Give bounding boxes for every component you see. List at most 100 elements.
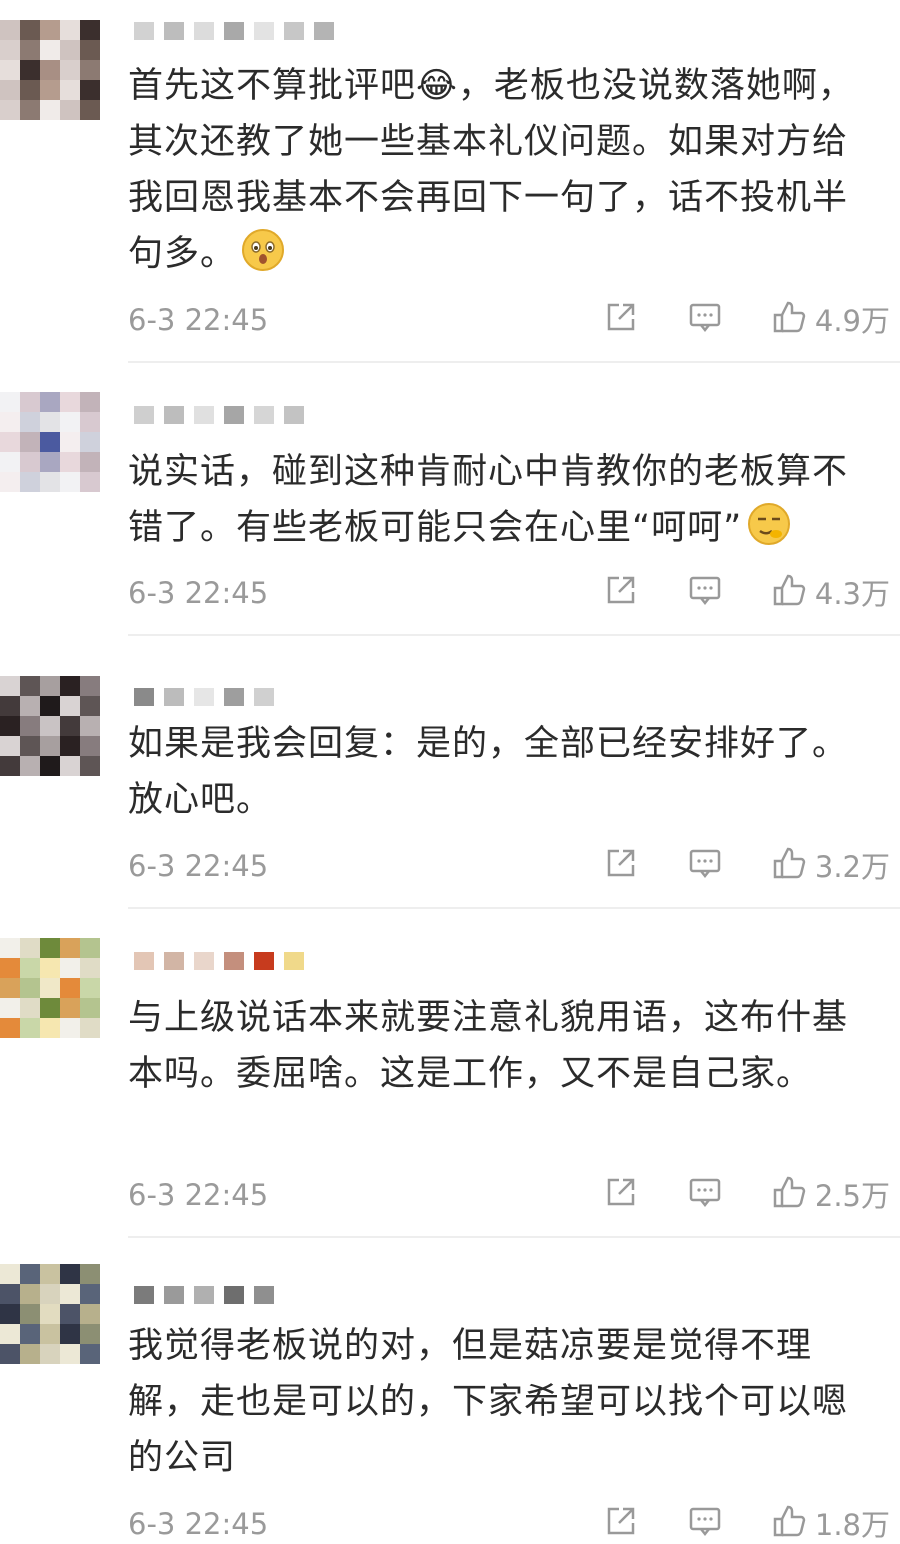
comment-text: 我觉得老板说的对，但是菇凉要是觉得不理解，走也是可以的，下家希望可以找个可以嗯的…	[128, 1326, 849, 1478]
avatar-pixel	[20, 736, 40, 756]
avatar-pixel	[80, 756, 100, 776]
username-pixel	[254, 1286, 274, 1304]
username-pixel	[164, 1286, 184, 1304]
comment-icon	[687, 1174, 723, 1214]
share-button[interactable]	[603, 1503, 639, 1543]
avatar-pixel	[60, 958, 80, 978]
reply-button[interactable]	[687, 299, 723, 339]
reply-button[interactable]	[687, 1174, 723, 1214]
avatar-pixel	[60, 756, 80, 776]
avatar-pixel	[80, 1264, 100, 1284]
avatar-pixel	[40, 472, 60, 492]
avatar-pixel	[0, 938, 20, 958]
username-pixel	[134, 22, 154, 40]
like-button[interactable]: 3.2万	[771, 844, 890, 886]
username-blurred[interactable]	[134, 396, 394, 432]
username-blurred[interactable]	[134, 678, 394, 714]
avatar[interactable]	[0, 392, 100, 492]
avatar-pixel	[20, 452, 40, 472]
avatar-pixel	[0, 60, 20, 80]
like-button[interactable]: 4.9万	[771, 298, 890, 340]
avatar[interactable]	[0, 20, 100, 120]
share-icon	[603, 1503, 639, 1543]
avatar-pixel	[0, 998, 20, 1018]
avatar-pixel	[80, 676, 100, 696]
reply-button[interactable]	[687, 845, 723, 885]
comment-meta: 6-3 22:45 4.9万	[128, 299, 890, 339]
avatar[interactable]	[0, 1264, 100, 1364]
avatar-pixel	[80, 472, 100, 492]
comment-actions: 4.3万	[603, 572, 890, 612]
share-button[interactable]	[603, 1174, 639, 1214]
avatar-pixel	[20, 756, 40, 776]
username-pixel	[224, 1286, 244, 1304]
thumbs-up-icon	[771, 1174, 807, 1214]
avatar-pixel	[80, 716, 100, 736]
like-button[interactable]: 2.5万	[771, 1173, 890, 1215]
username-pixel	[254, 688, 274, 706]
sad-face-emoji-icon	[240, 227, 286, 290]
avatar-pixel	[40, 1304, 60, 1324]
avatar-pixel	[80, 958, 100, 978]
username-blurred[interactable]	[134, 12, 394, 48]
avatar-pixel	[0, 80, 20, 100]
avatar[interactable]	[0, 938, 100, 1038]
avatar-pixel	[80, 100, 100, 120]
share-button[interactable]	[603, 572, 639, 612]
avatar-pixel	[0, 958, 20, 978]
avatar-pixel	[40, 80, 60, 100]
avatar[interactable]	[0, 676, 100, 776]
reply-button[interactable]	[687, 1503, 723, 1543]
avatar-pixel	[40, 1284, 60, 1304]
avatar-pixel	[0, 716, 20, 736]
comment-actions: 3.2万	[603, 845, 890, 885]
divider	[128, 1236, 900, 1238]
avatar-pixel	[40, 20, 60, 40]
username-pixel	[224, 22, 244, 40]
share-button[interactable]	[603, 299, 639, 339]
username-blurred[interactable]	[134, 1276, 394, 1312]
avatar-pixel	[80, 432, 100, 452]
avatar-pixel	[40, 958, 60, 978]
comment-text: 说实话，碰到这种肯耐心中肯教你的老板算不错了。有些老板可能只会在心里“呵呵”	[128, 444, 868, 564]
avatar-pixel	[60, 938, 80, 958]
username-pixel	[224, 688, 244, 706]
comment-actions: 1.8万	[603, 1503, 890, 1543]
avatar-pixel	[60, 736, 80, 756]
avatar-pixel	[20, 60, 40, 80]
avatar-pixel	[20, 676, 40, 696]
like-button[interactable]: 4.3万	[771, 571, 890, 613]
avatar-pixel	[60, 676, 80, 696]
reply-button[interactable]	[687, 572, 723, 612]
avatar-pixel	[20, 20, 40, 40]
comment-icon	[687, 1503, 723, 1543]
username-pixel	[134, 1286, 154, 1304]
avatar-pixel	[80, 1018, 100, 1038]
username-pixel	[224, 406, 244, 424]
avatar-pixel	[20, 432, 40, 452]
avatar-pixel	[20, 1324, 40, 1344]
comment-actions: 2.5万	[603, 1174, 890, 1214]
avatar-pixel	[80, 978, 100, 998]
avatar-pixel	[40, 938, 60, 958]
username-pixel	[254, 952, 274, 970]
avatar-pixel	[40, 736, 60, 756]
avatar-pixel	[20, 1264, 40, 1284]
avatar-pixel	[80, 1324, 100, 1344]
avatar-pixel	[40, 998, 60, 1018]
share-button[interactable]	[603, 845, 639, 885]
username-blurred[interactable]	[134, 942, 394, 978]
username-pixel	[194, 952, 214, 970]
comment-meta: 6-3 22:45 4.3万	[128, 572, 890, 612]
avatar-pixel	[40, 412, 60, 432]
divider	[128, 634, 900, 636]
avatar-pixel	[60, 998, 80, 1018]
avatar-pixel	[80, 452, 100, 472]
avatar-pixel	[0, 452, 20, 472]
comment-actions: 4.9万	[603, 299, 890, 339]
avatar-pixel	[20, 412, 40, 432]
like-count: 4.9万	[814, 304, 890, 338]
avatar-pixel	[60, 60, 80, 80]
avatar-pixel	[0, 40, 20, 60]
share-icon	[603, 1174, 639, 1214]
